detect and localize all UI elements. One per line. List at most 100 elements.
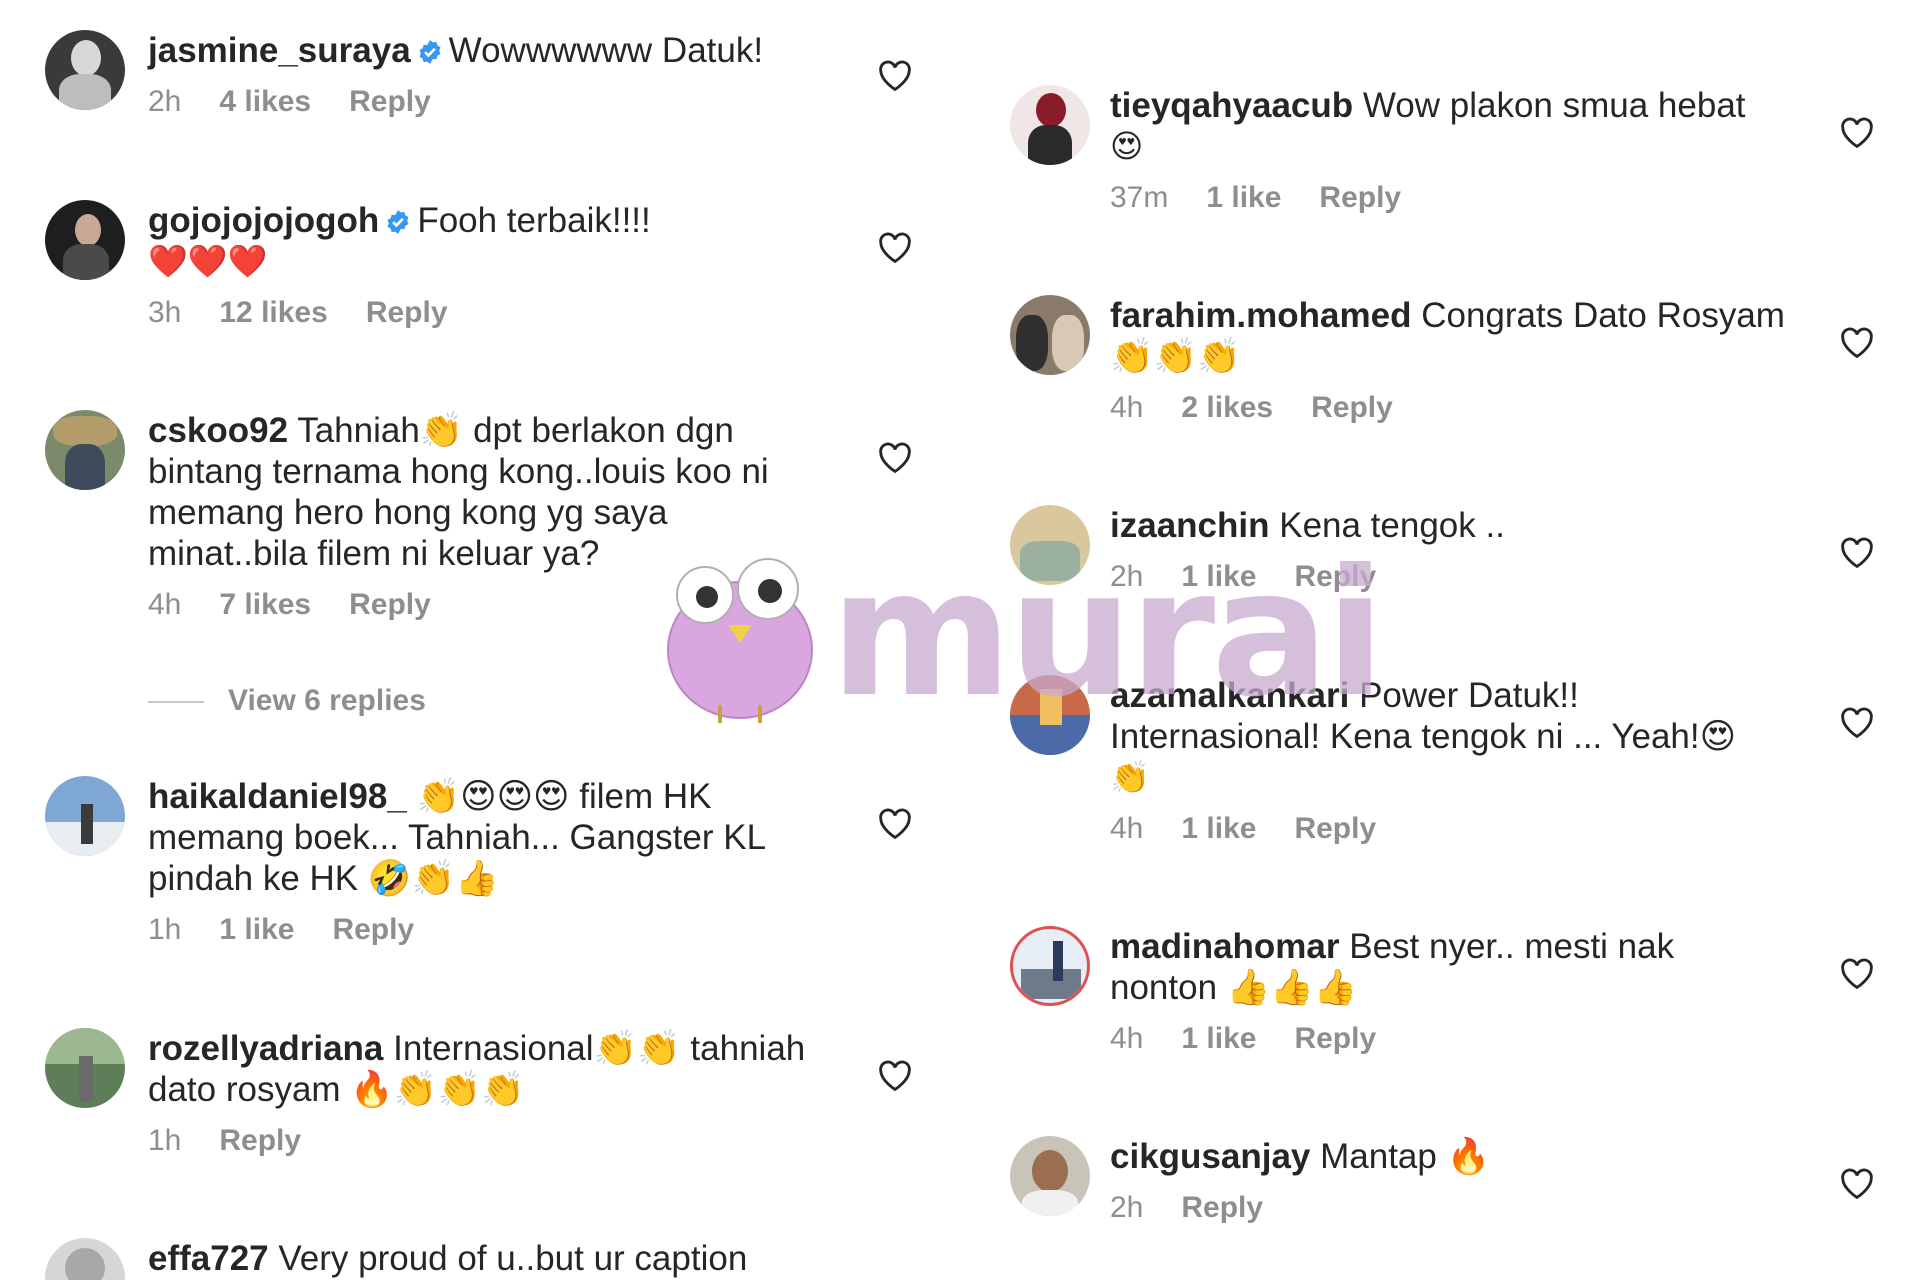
comment-time: 4h bbox=[1110, 1022, 1144, 1055]
avatar[interactable] bbox=[45, 776, 125, 856]
comment-text: haikaldaniel98_ 👏😍😍😍 filem HK memang boe… bbox=[148, 776, 828, 899]
reply-button[interactable]: Reply bbox=[332, 913, 414, 946]
comment-time: 4h bbox=[1110, 391, 1144, 424]
comment-meta: 4h 1 like Reply bbox=[1110, 1022, 1790, 1056]
avatar[interactable] bbox=[1010, 675, 1090, 755]
comment-time: 4h bbox=[1110, 812, 1144, 845]
reply-button[interactable]: Reply bbox=[1181, 1191, 1263, 1224]
comment-likes[interactable]: 1 like bbox=[1181, 812, 1256, 845]
comment-likes[interactable]: 1 like bbox=[1206, 181, 1281, 214]
avatar[interactable] bbox=[45, 1028, 125, 1108]
comment-text: farahim.mohamed Congrats Dato Rosyam 👏👏👏 bbox=[1110, 295, 1790, 377]
comment-time: 4h bbox=[148, 588, 182, 621]
comment-username[interactable]: haikaldaniel98_ bbox=[148, 777, 407, 816]
comment-username[interactable]: izaanchin bbox=[1110, 506, 1269, 545]
comment-emojis: ❤️❤️❤️ bbox=[148, 242, 268, 280]
comment-meta: 37m 1 like Reply bbox=[1110, 181, 1790, 215]
comment-username[interactable]: cikgusanjay bbox=[1110, 1137, 1310, 1176]
comment-body: Kena tengok .. bbox=[1279, 506, 1505, 545]
view-replies-button[interactable]: View 6 replies bbox=[148, 684, 426, 718]
verified-badge-icon bbox=[419, 40, 441, 64]
heart-icon[interactable] bbox=[1840, 537, 1874, 569]
comment-text: gojojojojogoh Fooh terbaik!!!! bbox=[148, 200, 828, 241]
comment-username[interactable]: cskoo92 bbox=[148, 411, 288, 450]
avatar[interactable] bbox=[1010, 926, 1090, 1006]
reply-button[interactable]: Reply bbox=[1319, 181, 1401, 214]
comment-username[interactable]: azamalkankari bbox=[1110, 676, 1349, 715]
comment-text: rozellyadriana Internasional👏👏 tahniah d… bbox=[148, 1028, 828, 1110]
reply-button[interactable]: Reply bbox=[1294, 812, 1376, 845]
heart-icon[interactable] bbox=[1840, 327, 1874, 359]
comment-text: effa727 Very proud of u..but ur caption bbox=[148, 1238, 868, 1279]
comment-likes[interactable]: 2 likes bbox=[1181, 391, 1273, 424]
comment-text: azamalkankari Power Datuk!! Internasiona… bbox=[1110, 675, 1790, 757]
comment-emojis: 👏 bbox=[1110, 758, 1150, 796]
heart-icon[interactable] bbox=[878, 232, 912, 264]
comment-meta: 4h 2 likes Reply bbox=[1110, 391, 1790, 425]
comment-body: Fooh terbaik!!!! bbox=[417, 201, 651, 240]
comment-likes[interactable]: 1 like bbox=[1181, 560, 1256, 593]
reply-button[interactable]: Reply bbox=[349, 85, 431, 118]
comment-likes[interactable]: 4 likes bbox=[219, 85, 311, 118]
avatar[interactable] bbox=[45, 410, 125, 490]
comment-body: Mantap 🔥 bbox=[1320, 1137, 1491, 1176]
comment-text: madinahomar Best nyer.. mesti nak nonton… bbox=[1110, 926, 1790, 1008]
comment-meta: 3h 12 likes Reply bbox=[148, 296, 828, 330]
comment-text: jasmine_suraya Wowwwwww Datuk! bbox=[148, 30, 828, 71]
heart-icon[interactable] bbox=[1840, 117, 1874, 149]
comment-time: 1h bbox=[148, 1124, 182, 1157]
comment-likes[interactable]: 1 like bbox=[1181, 1022, 1256, 1055]
comment-username[interactable]: madinahomar bbox=[1110, 927, 1340, 966]
comment-meta: 1h Reply bbox=[148, 1124, 828, 1158]
comment-body: Wow plakon smua hebat bbox=[1362, 86, 1746, 125]
heart-icon[interactable] bbox=[878, 808, 912, 840]
verified-badge-icon bbox=[387, 210, 409, 234]
comment-meta: 2h 4 likes Reply bbox=[148, 85, 828, 119]
comment-time: 37m bbox=[1110, 181, 1169, 214]
comment-text: cskoo92 Tahniah👏 dpt berlakon dgn bintan… bbox=[148, 410, 828, 574]
comment-meta: 2h Reply bbox=[1110, 1191, 1790, 1225]
comment-meta: 4h 7 likes Reply bbox=[148, 588, 828, 622]
comment-likes[interactable]: 7 likes bbox=[219, 588, 311, 621]
reply-button[interactable]: Reply bbox=[349, 588, 431, 621]
comment-text: izaanchin Kena tengok .. bbox=[1110, 505, 1790, 546]
comment-username[interactable]: gojojojojogoh bbox=[148, 201, 379, 240]
comment-time: 2h bbox=[1110, 560, 1144, 593]
comment-time: 3h bbox=[148, 296, 182, 329]
avatar[interactable] bbox=[1010, 295, 1090, 375]
avatar[interactable] bbox=[45, 200, 125, 280]
avatar[interactable] bbox=[45, 1238, 125, 1280]
heart-icon[interactable] bbox=[1840, 958, 1874, 990]
comment-likes[interactable]: 12 likes bbox=[219, 296, 327, 329]
reply-button[interactable]: Reply bbox=[1311, 391, 1393, 424]
comment-meta: 4h 1 like Reply bbox=[1110, 812, 1790, 846]
reply-button[interactable]: Reply bbox=[366, 296, 448, 329]
comment-time: 2h bbox=[148, 85, 182, 118]
reply-button[interactable]: Reply bbox=[1294, 1022, 1376, 1055]
comment-text: cikgusanjay Mantap 🔥 bbox=[1110, 1136, 1790, 1177]
comment-username[interactable]: effa727 bbox=[148, 1239, 269, 1278]
comment-username[interactable]: jasmine_suraya bbox=[148, 31, 411, 70]
comment-meta: 2h 1 like Reply bbox=[1110, 560, 1790, 594]
comment-time: 2h bbox=[1110, 1191, 1144, 1224]
reply-button[interactable]: Reply bbox=[1294, 560, 1376, 593]
avatar[interactable] bbox=[1010, 1136, 1090, 1216]
avatar[interactable] bbox=[45, 30, 125, 110]
view-replies-label: View 6 replies bbox=[228, 684, 426, 717]
reply-button[interactable]: Reply bbox=[219, 1124, 301, 1157]
comment-likes[interactable]: 1 like bbox=[219, 913, 294, 946]
avatar[interactable] bbox=[1010, 85, 1090, 165]
comment-body: Wowwwwww Datuk! bbox=[448, 31, 764, 70]
heart-icon[interactable] bbox=[1840, 1168, 1874, 1200]
heart-icon[interactable] bbox=[878, 1060, 912, 1092]
comment-time: 1h bbox=[148, 913, 182, 946]
comment-meta: 1h 1 like Reply bbox=[148, 913, 828, 947]
heart-icon[interactable] bbox=[878, 60, 912, 92]
comment-username[interactable]: tieyqahyaacub bbox=[1110, 86, 1353, 125]
heart-icon[interactable] bbox=[878, 442, 912, 474]
avatar[interactable] bbox=[1010, 505, 1090, 585]
heart-icon[interactable] bbox=[1840, 707, 1874, 739]
comment-username[interactable]: rozellyadriana bbox=[148, 1029, 383, 1068]
comment-username[interactable]: farahim.mohamed bbox=[1110, 296, 1411, 335]
replies-divider bbox=[148, 701, 204, 704]
